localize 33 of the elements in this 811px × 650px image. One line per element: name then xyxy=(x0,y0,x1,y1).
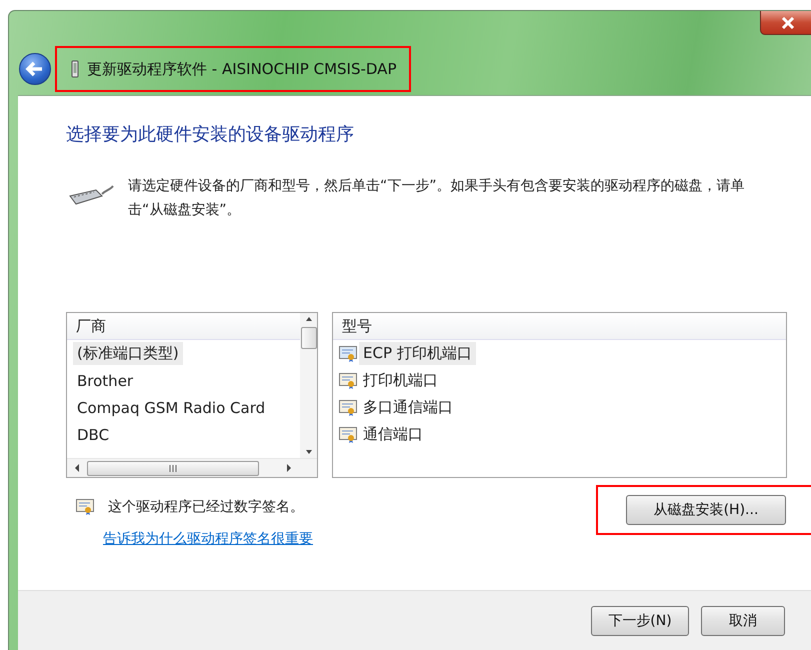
signature-help-link[interactable]: 告诉我为什么驱动程序签名很重要 xyxy=(103,530,313,548)
signature-text: 这个驱动程序已经过数字签名。 xyxy=(108,498,304,516)
dialog-button[interactable]: 取消 xyxy=(701,606,785,636)
list-item[interactable]: (标准端口类型) xyxy=(73,342,183,365)
back-button[interactable] xyxy=(19,53,51,85)
have-disk-button[interactable]: 从磁盘安装(H)... xyxy=(626,495,786,525)
manufacturer-list[interactable]: 厂商 (标准端口类型) Brother Compaq GSM Radio Card DBC xyxy=(66,312,318,478)
close-icon xyxy=(781,16,795,28)
list-item[interactable]: ECP 打印机端口 xyxy=(359,342,476,365)
list-item[interactable]: Compaq GSM Radio Card xyxy=(73,396,270,418)
certificate-icon xyxy=(339,398,359,416)
certificate-icon xyxy=(339,372,359,390)
list-item[interactable]: 多口通信端口 xyxy=(359,396,457,419)
close-button[interactable] xyxy=(760,11,811,35)
certificate-icon xyxy=(76,498,96,516)
scroll-thumb[interactable] xyxy=(87,460,259,476)
horizontal-scrollbar[interactable] xyxy=(67,458,317,477)
list-item[interactable]: Brother xyxy=(73,370,138,392)
model-list[interactable]: 型号 ECP 打印机端口 打印机端口 多口通信端口 通信端口 xyxy=(332,312,787,478)
list-item[interactable]: 打印机端口 xyxy=(359,369,442,392)
back-arrow-icon xyxy=(25,61,45,77)
window-title: 更新驱动程序软件 - AISINOCHIP CMSIS-DAP xyxy=(87,60,396,78)
certificate-icon xyxy=(339,344,359,362)
certificate-icon xyxy=(339,426,359,444)
vertical-scrollbar[interactable] xyxy=(300,313,317,458)
list-item[interactable]: DBC xyxy=(73,424,114,446)
instruction-text: 请选定硬件设备的厂商和型号，然后单击“下一步”。如果手头有包含要安装的驱动程序的磁盘，请单击“从磁盘安装”。 xyxy=(128,177,746,220)
scroll-thumb[interactable] xyxy=(300,327,316,349)
page-heading: 选择要为此硬件安装的设备驱动程序 xyxy=(66,123,355,146)
list-item[interactable]: 通信端口 xyxy=(359,423,427,446)
usb-device-icon xyxy=(71,60,79,78)
dialog-button[interactable]: 下一步(N) xyxy=(591,606,689,636)
grip-icon xyxy=(168,464,178,472)
